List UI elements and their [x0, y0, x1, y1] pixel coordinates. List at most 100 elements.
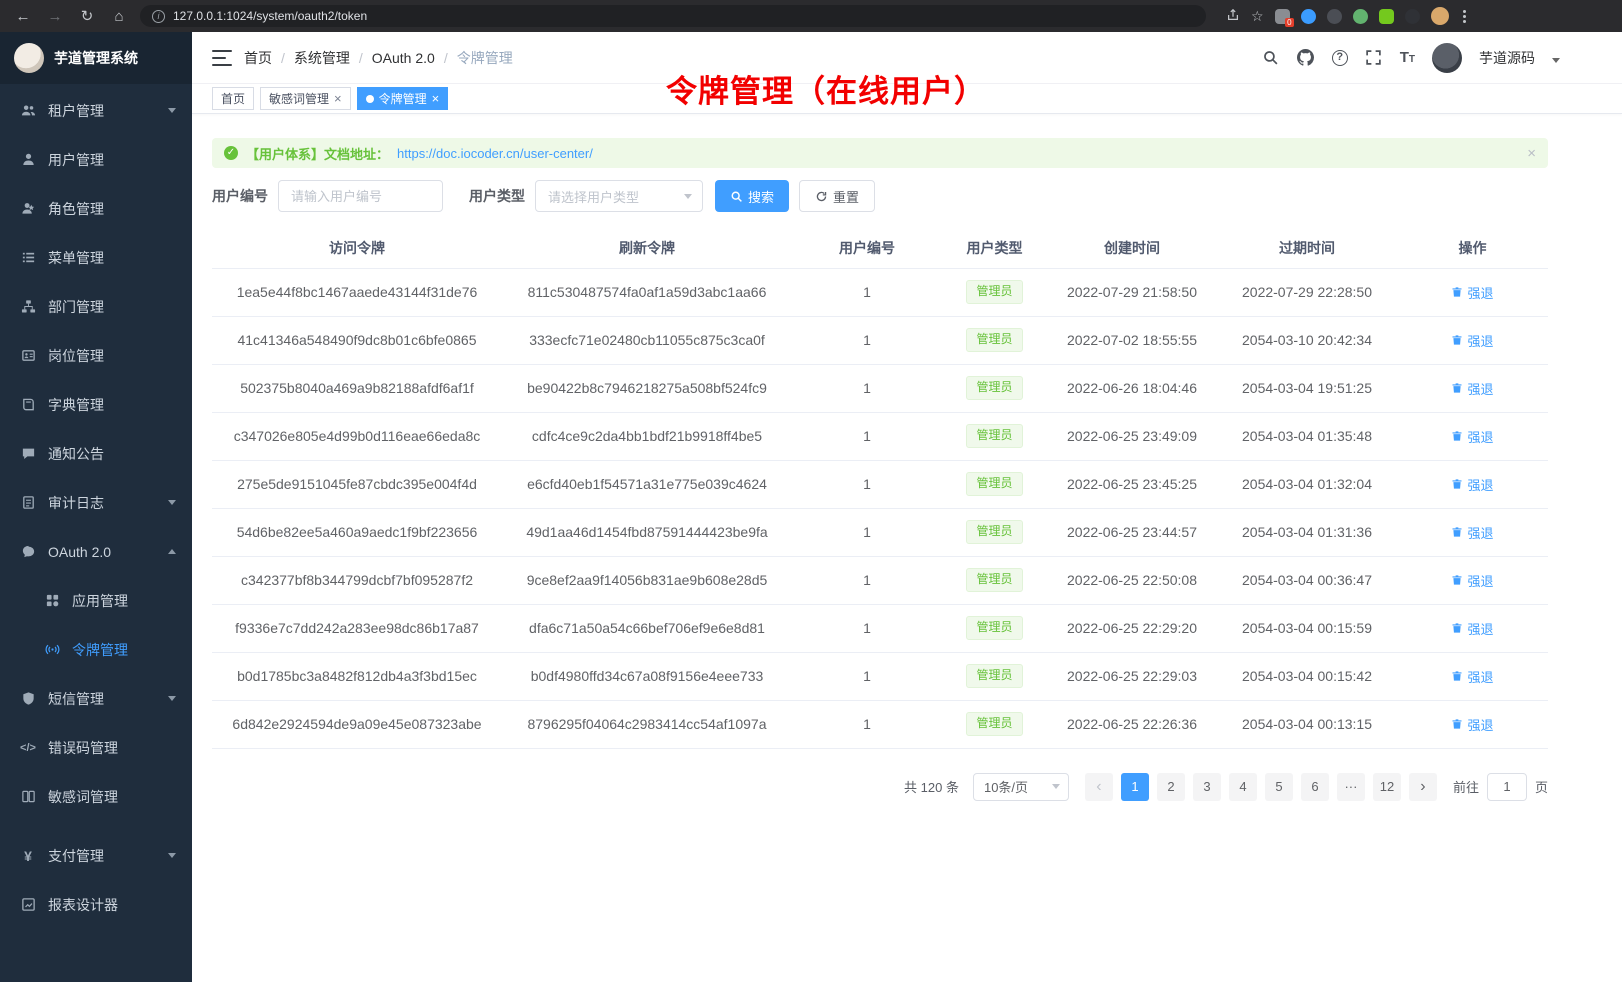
- force-logout-button[interactable]: 强退: [1451, 523, 1493, 542]
- sidebar-item-sms[interactable]: 短信管理: [0, 674, 192, 723]
- table-row: c347026e805e4d99b0d116eae66eda8c cdfc4ce…: [212, 412, 1548, 460]
- user-type-cell: 管理员: [942, 460, 1047, 508]
- sidebar-item-oauth-app[interactable]: 应用管理: [0, 576, 192, 625]
- page-button[interactable]: 2: [1157, 773, 1185, 801]
- app-grid-icon: [44, 593, 60, 609]
- font-size-icon[interactable]: TT: [1400, 49, 1415, 66]
- sidebar-item-report-designer[interactable]: 报表设计器: [0, 880, 192, 929]
- sidebar-item-oauth[interactable]: OAuth 2.0: [0, 527, 192, 576]
- user-name[interactable]: 芋道源码: [1479, 48, 1535, 68]
- address-bar[interactable]: i 127.0.0.1:1024/system/oauth2/token: [140, 5, 1206, 27]
- chevron-up-icon: [168, 549, 176, 554]
- doc-link[interactable]: https://doc.iocoder.cn/user-center/: [397, 146, 593, 161]
- force-logout-button[interactable]: 强退: [1451, 667, 1493, 686]
- delete-icon: [1451, 574, 1463, 586]
- page-button[interactable]: 12: [1373, 773, 1401, 801]
- user-avatar[interactable]: [1432, 43, 1462, 73]
- more-pages-button[interactable]: ···: [1337, 773, 1365, 801]
- access-token: 54d6be82ee5a460a9aedc1f9bf223656: [212, 508, 502, 556]
- page-button[interactable]: 4: [1229, 773, 1257, 801]
- user-type-cell: 管理员: [942, 604, 1047, 652]
- sidebar-item-audit-log[interactable]: 审计日志: [0, 478, 192, 527]
- extension-icon[interactable]: [1405, 9, 1420, 24]
- role-icon: [20, 201, 36, 217]
- close-icon[interactable]: ×: [334, 92, 342, 105]
- sidebar-item-tenant[interactable]: 租户管理: [0, 86, 192, 135]
- fullscreen-icon[interactable]: [1365, 49, 1383, 67]
- delete-icon: [1451, 334, 1463, 346]
- sidebar-item-menu[interactable]: 菜单管理: [0, 233, 192, 282]
- force-logout-button[interactable]: 强退: [1451, 283, 1493, 302]
- page-button[interactable]: 3: [1193, 773, 1221, 801]
- search-button[interactable]: 搜索: [715, 180, 789, 212]
- reset-button[interactable]: 重置: [799, 180, 875, 212]
- browser-forward-icon[interactable]: →: [44, 8, 66, 25]
- github-icon[interactable]: [1297, 49, 1315, 67]
- chevron-down-icon[interactable]: [1552, 58, 1560, 63]
- sidebar-item-notice[interactable]: 通知公告: [0, 429, 192, 478]
- site-info-icon[interactable]: i: [152, 10, 165, 23]
- extension-icon[interactable]: [1301, 9, 1316, 24]
- sidebar-item-role[interactable]: 角色管理: [0, 184, 192, 233]
- browser-menu-icon[interactable]: [1460, 10, 1469, 23]
- breadcrumb-separator: /: [281, 50, 285, 66]
- user-type-select[interactable]: 请选择用户类型: [535, 180, 703, 212]
- goto-page-input[interactable]: [1487, 773, 1527, 801]
- page-button[interactable]: 6: [1301, 773, 1329, 801]
- create-time: 2022-06-25 23:45:25: [1047, 460, 1217, 508]
- actions-cell: 强退: [1397, 268, 1548, 316]
- table-row: b0d1785bc3a8482f812db4a3f3bd15ec b0df498…: [212, 652, 1548, 700]
- tab-token-management[interactable]: 令牌管理 ×: [357, 87, 449, 110]
- sidebar-item-label: 菜单管理: [48, 248, 104, 268]
- sidebar-item-post[interactable]: 岗位管理: [0, 331, 192, 380]
- bookmark-star-icon[interactable]: ☆: [1251, 8, 1264, 25]
- browser-reload-icon[interactable]: ↻: [76, 7, 98, 25]
- extension-icon[interactable]: [1327, 9, 1342, 24]
- sidebar-item-error-code[interactable]: </> 错误码管理: [0, 723, 192, 772]
- sidebar-item-dept[interactable]: 部门管理: [0, 282, 192, 331]
- search-icon[interactable]: [1262, 49, 1280, 67]
- page-size-select[interactable]: 10条/页: [973, 773, 1069, 801]
- sidebar-item-oauth-token[interactable]: 令牌管理: [0, 625, 192, 674]
- prev-page-button[interactable]: ‹: [1085, 773, 1113, 801]
- force-logout-button[interactable]: 强退: [1451, 715, 1493, 734]
- breadcrumb-oauth[interactable]: OAuth 2.0: [372, 50, 435, 66]
- browser-back-icon[interactable]: ←: [12, 8, 34, 25]
- url-text[interactable]: 127.0.0.1:1024/system/oauth2/token: [173, 9, 367, 23]
- sidebar-item-user[interactable]: 用户管理: [0, 135, 192, 184]
- browser-profile-avatar[interactable]: [1431, 7, 1449, 25]
- force-logout-button[interactable]: 强退: [1451, 331, 1493, 350]
- extension-icon[interactable]: [1353, 9, 1368, 24]
- sidebar-item-dict[interactable]: 字典管理: [0, 380, 192, 429]
- breadcrumb-system[interactable]: 系统管理: [294, 48, 350, 68]
- browser-home-icon[interactable]: ⌂: [108, 8, 130, 25]
- user-type-cell: 管理员: [942, 508, 1047, 556]
- sidebar-item-sensitive-words[interactable]: 敏感词管理: [0, 772, 192, 821]
- help-icon[interactable]: ?: [1332, 50, 1348, 66]
- user-id-input[interactable]: [278, 180, 443, 212]
- close-icon[interactable]: ×: [1527, 145, 1536, 162]
- tab-home[interactable]: 首页: [212, 87, 254, 110]
- close-icon[interactable]: ×: [432, 92, 440, 105]
- page-content: ✓ 【用户体系】文档地址： https://doc.iocoder.cn/use…: [192, 114, 1622, 982]
- force-logout-button[interactable]: 强退: [1451, 619, 1493, 638]
- share-icon[interactable]: [1226, 8, 1240, 25]
- tab-sensitive-words[interactable]: 敏感词管理 ×: [260, 87, 351, 110]
- app-logo[interactable]: 芋道管理系统: [0, 32, 192, 84]
- force-logout-button[interactable]: 强退: [1451, 379, 1493, 398]
- col-access-token: 访问令牌: [212, 228, 502, 268]
- sidebar-collapse-icon[interactable]: [212, 50, 232, 66]
- extension-icon[interactable]: [1379, 9, 1394, 24]
- page-button[interactable]: 5: [1265, 773, 1293, 801]
- force-logout-button[interactable]: 强退: [1451, 571, 1493, 590]
- user-type-badge: 管理员: [966, 472, 1022, 496]
- sidebar-item-label: 岗位管理: [48, 346, 104, 366]
- extension-icon[interactable]: 0: [1275, 9, 1290, 24]
- sidebar-item-pay[interactable]: ¥ 支付管理: [0, 831, 192, 880]
- next-page-button[interactable]: ›: [1409, 773, 1437, 801]
- breadcrumb-home[interactable]: 首页: [244, 48, 272, 68]
- actions-cell: 强退: [1397, 700, 1548, 748]
- page-button[interactable]: 1: [1121, 773, 1149, 801]
- force-logout-button[interactable]: 强退: [1451, 475, 1493, 494]
- force-logout-button[interactable]: 强退: [1451, 427, 1493, 446]
